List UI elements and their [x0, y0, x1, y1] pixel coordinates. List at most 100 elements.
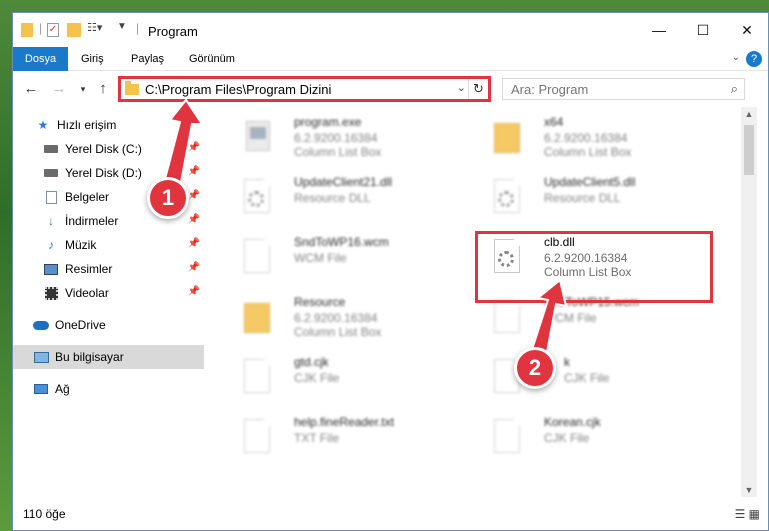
sidebar-item-network[interactable]: Ağ: [13, 377, 204, 401]
maximize-button[interactable]: ☐: [681, 13, 725, 47]
sidebar-item-music[interactable]: ♪ Müzik 📌: [13, 233, 204, 257]
list-item[interactable]: Korean.cjk CJK File: [474, 411, 704, 467]
address-bar[interactable]: C:\Program Files\Program Dizini ⌄ ↻: [118, 76, 491, 102]
file-detail: TXT File: [294, 431, 340, 445]
file-detail: 6.2.9200.16384: [544, 131, 628, 145]
file-detail: WCM File: [544, 311, 597, 325]
sidebar-item-label: Yerel Disk (C:): [65, 142, 142, 156]
step-badge-2: 2: [514, 347, 556, 389]
expand-ribbon-icon[interactable]: ⌄: [732, 52, 740, 63]
list-item[interactable]: UpdateClient21.dll Resource DLL: [224, 171, 454, 227]
sidebar-item-this-pc[interactable]: Bu bilgisayar: [13, 345, 204, 369]
folder-icon: [492, 117, 522, 155]
list-item[interactable]: k CJK File: [474, 351, 704, 407]
dll-file-icon: [242, 177, 272, 215]
executable-icon: [242, 117, 272, 155]
pin-icon: 📌: [187, 262, 200, 273]
cloud-icon: [33, 318, 49, 332]
chevron-down-icon[interactable]: ⌄: [457, 81, 466, 94]
separator: |: [136, 21, 140, 35]
tab-file[interactable]: Dosya: [13, 47, 68, 71]
list-item[interactable]: help.fineReader.txt TXT File: [224, 411, 454, 467]
vertical-scrollbar[interactable]: ▲ ▼: [741, 107, 757, 497]
file-detail: 6.2.9200.16384: [294, 311, 378, 325]
file-icon: [242, 237, 272, 275]
scroll-down-icon[interactable]: ▼: [741, 485, 757, 495]
file-detail: CJK File: [294, 371, 340, 385]
chevron-down-icon[interactable]: ▼: [117, 21, 127, 39]
file-name: program.exe: [294, 115, 362, 129]
text-file-icon: [242, 417, 272, 455]
file-detail: Column List Box: [294, 325, 382, 339]
sidebar-item-local-disk-c[interactable]: Yerel Disk (C:) 📌: [13, 137, 204, 161]
sidebar-item-label: Resimler: [65, 262, 113, 276]
sidebar-item-quick-access[interactable]: ★ Hızlı erişim: [13, 113, 204, 137]
new-folder-icon[interactable]: [67, 21, 81, 39]
folder-icon: [21, 21, 33, 39]
file-detail: Column List Box: [294, 145, 382, 159]
up-arrow-icon[interactable]: ↑: [93, 79, 113, 99]
refresh-icon[interactable]: ↻: [468, 79, 488, 99]
minimize-button[interactable]: —: [637, 13, 681, 47]
tab-share[interactable]: Paylaş: [121, 47, 174, 71]
file-detail: Resource DLL: [294, 191, 371, 205]
star-icon: ★: [37, 118, 49, 132]
music-icon: ♪: [48, 238, 54, 252]
list-item[interactable]: UpdateClient5.dll Resource DLL: [474, 171, 704, 227]
recent-locations-icon[interactable]: ▾: [73, 79, 93, 99]
tab-view[interactable]: Görünüm: [179, 47, 245, 71]
window-title: Program: [148, 24, 198, 39]
sidebar-item-onedrive[interactable]: OneDrive: [13, 313, 204, 337]
sidebar-item-videos[interactable]: Videolar 📌: [13, 281, 204, 305]
file-detail: Column List Box: [544, 145, 632, 159]
sidebar-item-label: Bu bilgisayar: [55, 350, 124, 364]
file-name: Korean.cjk: [544, 415, 601, 429]
navigation-pane: ★ Hızlı erişim Yerel Disk (C:) 📌 Yerel D…: [13, 107, 204, 497]
pin-icon: 📌: [187, 286, 200, 297]
file-detail: Resource DLL: [544, 191, 621, 205]
file-detail: CJK File: [564, 371, 610, 385]
search-box[interactable]: ⌕: [502, 78, 745, 100]
folder-icon: [242, 297, 272, 335]
file-name: Resource: [294, 295, 346, 309]
sidebar-item-label: Müzik: [65, 238, 97, 252]
back-arrow-icon[interactable]: ←: [21, 79, 41, 99]
list-item[interactable]: program.exe 6.2.9200.16384 Column List B…: [224, 111, 454, 167]
sidebar-item-label: Yerel Disk (D:): [65, 166, 142, 180]
file-detail: 6.2.9200.16384: [294, 131, 378, 145]
pin-icon: 📌: [187, 238, 200, 249]
help-button[interactable]: ?: [746, 51, 762, 67]
list-item[interactable]: x64 6.2.9200.16384 Column List Box: [474, 111, 704, 167]
file-name: x64: [544, 115, 564, 129]
sidebar-item-label: Belgeler: [65, 190, 110, 204]
list-item[interactable]: Resource 6.2.9200.16384 Column List Box: [224, 291, 454, 347]
tab-home[interactable]: Giriş: [71, 47, 114, 71]
address-path[interactable]: C:\Program Files\Program Dizini: [145, 82, 331, 97]
sidebar-item-pictures[interactable]: Resimler 📌: [13, 257, 204, 281]
forward-arrow-icon[interactable]: →: [49, 79, 69, 99]
customize-toolbar-icon[interactable]: ☷▾: [87, 21, 111, 39]
list-item[interactable]: SndToWP16.wcm WCM File: [224, 231, 454, 287]
file-name: SndToWP16.wcm: [294, 235, 389, 249]
search-input[interactable]: [503, 79, 703, 99]
network-icon: [33, 382, 49, 396]
pin-icon: 📌: [187, 190, 200, 201]
download-icon: ↓: [48, 214, 54, 228]
status-bar: 110 öğe ☰ ▦: [13, 500, 768, 530]
scrollbar-thumb[interactable]: [744, 125, 754, 175]
sidebar-item-label: Videolar: [65, 286, 109, 300]
file-name: gtd.cjk: [294, 355, 329, 369]
view-mode-icons[interactable]: ☰ ▦: [735, 507, 760, 521]
documents-icon: [43, 190, 59, 204]
file-name: help.fineReader.txt: [294, 415, 395, 429]
scroll-up-icon[interactable]: ▲: [741, 109, 757, 119]
properties-icon[interactable]: ✓: [47, 21, 61, 39]
search-icon[interactable]: ⌕: [731, 81, 738, 97]
folder-icon: [125, 81, 139, 95]
item-count: 110 öğe: [23, 507, 66, 521]
list-item[interactable]: gtd.cjk CJK File: [224, 351, 454, 407]
dll-file-icon: [492, 177, 522, 215]
file-name: UpdateClient5.dll: [544, 175, 636, 189]
close-button[interactable]: ✕: [725, 13, 769, 47]
pictures-icon: [43, 262, 59, 276]
